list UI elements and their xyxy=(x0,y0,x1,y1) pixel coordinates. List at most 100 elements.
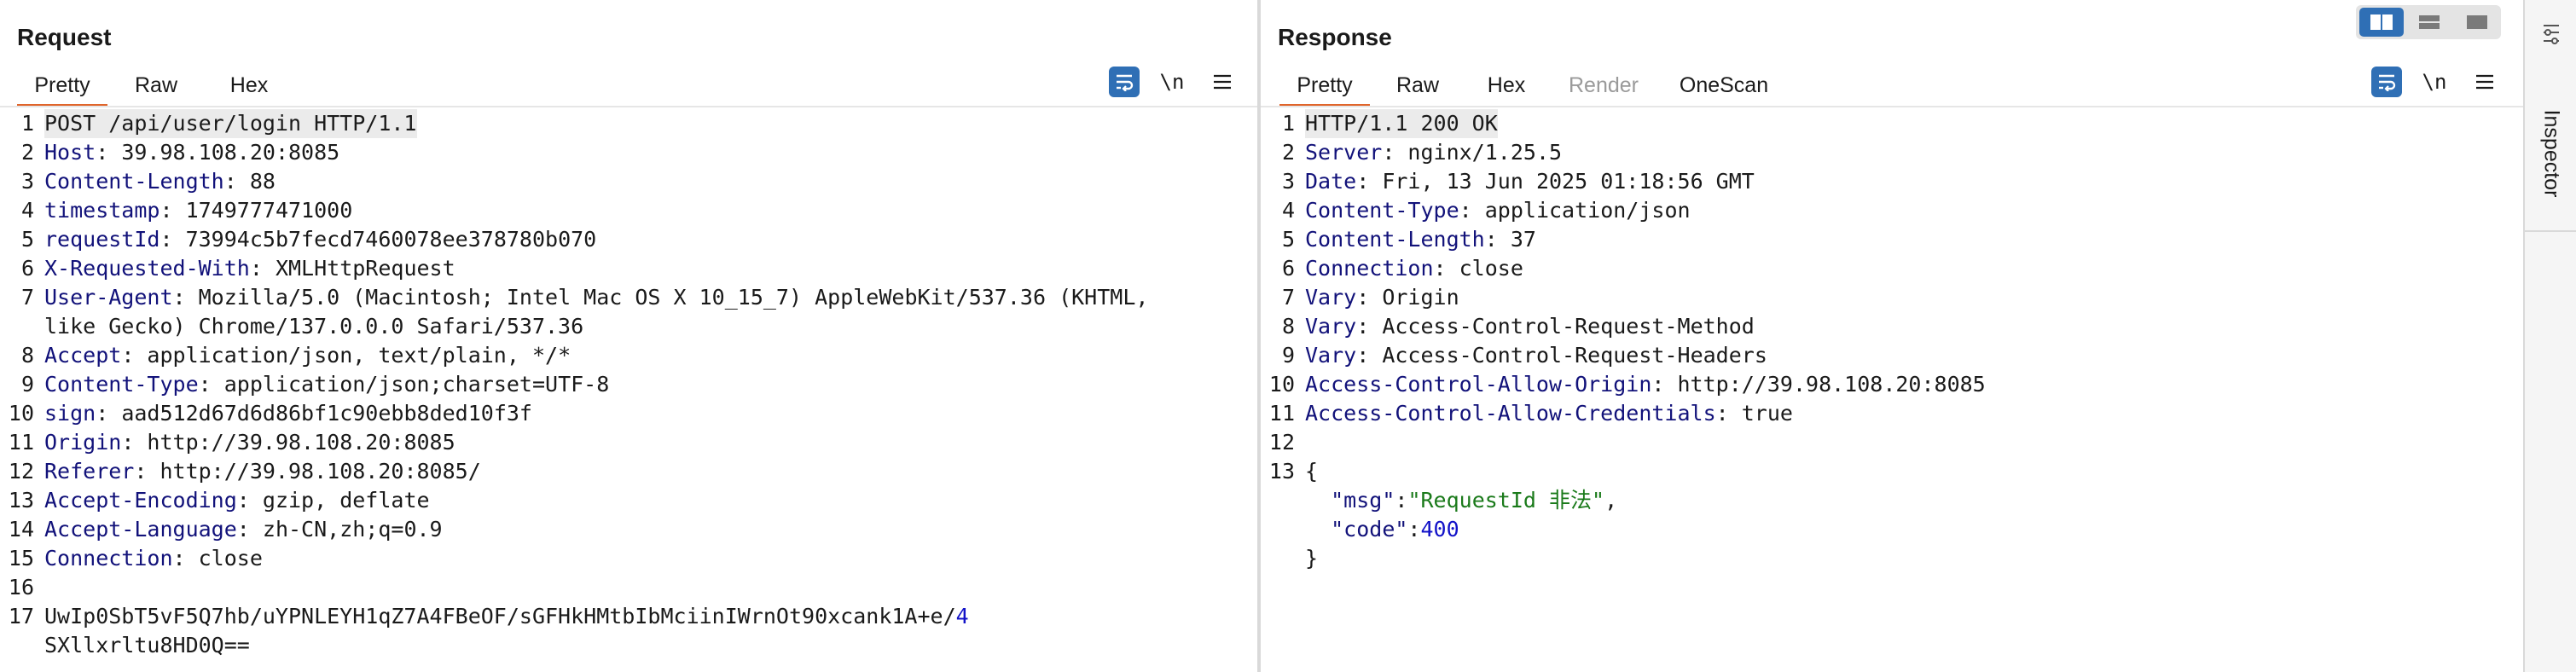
header-value: Access-Control-Request-Headers xyxy=(1369,343,1767,368)
code-line: 6 X-Requested-With: XMLHttpRequest xyxy=(0,254,1257,283)
line-number: 1 xyxy=(20,111,34,136)
header-name: X-Requested-With xyxy=(44,256,250,281)
layout-stacked-button[interactable] xyxy=(2407,8,2451,37)
response-tab-render[interactable]: Render xyxy=(1561,67,1646,104)
line-number: 7 xyxy=(20,285,34,310)
request-tab-pretty[interactable]: Pretty xyxy=(17,67,107,107)
header-value: 1749777471000 xyxy=(172,198,353,223)
header-colon: : xyxy=(121,430,135,455)
response-menu-button[interactable] xyxy=(2472,67,2498,97)
line-number: 4 xyxy=(20,198,34,223)
inspector-toggle[interactable]: Inspector xyxy=(2525,77,2576,230)
header-name: Content-Type xyxy=(44,372,199,397)
request-title: Request xyxy=(17,24,112,50)
line-number: 7 xyxy=(1281,285,1295,310)
header-name: Referer xyxy=(44,459,135,484)
line-content: Vary: Origin xyxy=(1305,283,1459,312)
code-line: 17 UwIp0SbT5vF5Q7hb/uYPNLEYH1qZ7A4FBeOF/s… xyxy=(0,602,1257,631)
line-number: 13 xyxy=(1268,459,1295,484)
line-text: UwIp0SbT5vF5Q7hb/uYPNLEYH1qZ7A4FBeOF/sGF… xyxy=(44,604,956,629)
layout-tabs-button[interactable] xyxy=(2455,8,2499,37)
request-wrap-lines-button[interactable] xyxy=(1109,67,1140,97)
inspector-icon[interactable] xyxy=(2540,22,2562,48)
header-value: close xyxy=(1446,256,1523,281)
response-wrap-lines-button[interactable] xyxy=(2371,67,2402,97)
header-name: Connection xyxy=(1305,256,1434,281)
line-number: 3 xyxy=(20,169,34,194)
line-text: HTTP/1.1 200 OK xyxy=(1305,111,1498,136)
header-value: http://39.98.108.20:8085 xyxy=(134,430,455,455)
line-number: 11 xyxy=(1268,401,1295,426)
header-name: requestId xyxy=(44,227,160,252)
line-number: 10 xyxy=(8,401,34,426)
line-content: POST /api/user/login HTTP/1.1 xyxy=(44,109,417,138)
request-editor[interactable]: 1 POST /api/user/login HTTP/1.1 2 Host: 39.… xyxy=(0,109,1257,672)
request-tab-raw[interactable]: Raw xyxy=(128,67,184,104)
response-newline-toggle[interactable]: \n xyxy=(2419,67,2450,97)
response-editor[interactable]: 1 HTTP/1.1 200 OK 2 Server: nginx/1.25.5 3 Da… xyxy=(1261,109,2523,672)
header-name: Content-Length xyxy=(44,169,224,194)
line-number: 14 xyxy=(8,517,34,542)
header-colon: : xyxy=(249,256,263,281)
code-line: 9 Vary: Access-Control-Request-Headers xyxy=(1261,341,2523,370)
line-content: Connection: close xyxy=(44,544,263,573)
header-value: 73994c5b7fecd7460078ee378780b070 xyxy=(172,227,597,252)
line-content: UwIp0SbT5vF5Q7hb/uYPNLEYH1qZ7A4FBeOF/sGF… xyxy=(44,602,969,631)
code-line: 2 Host: 39.98.108.20:8085 xyxy=(0,138,1257,167)
header-colon: : xyxy=(223,169,237,194)
json-comma: , xyxy=(1604,488,1618,513)
response-tab-hex[interactable]: Hex xyxy=(1481,67,1532,104)
header-name: Connection xyxy=(44,546,173,571)
line-number xyxy=(1261,515,1305,544)
header-colon: : xyxy=(1382,140,1395,165)
line-number xyxy=(1261,544,1305,573)
code-line: 16 xyxy=(0,573,1257,602)
header-name: Vary xyxy=(1305,285,1357,310)
request-menu-button[interactable] xyxy=(1210,67,1235,97)
response-tab-onescan[interactable]: OneScan xyxy=(1668,67,1779,104)
code-line: 8 Vary: Access-Control-Request-Method xyxy=(1261,312,2523,341)
request-newline-toggle[interactable]: \n xyxy=(1157,67,1187,97)
line-number: 17 xyxy=(8,604,34,629)
header-value: Origin xyxy=(1369,285,1459,310)
json-key: "code" xyxy=(1331,517,1408,542)
header-colon: : xyxy=(1433,256,1447,281)
line-number: 8 xyxy=(1281,314,1295,339)
header-value: true xyxy=(1728,401,1793,426)
request-tab-hex[interactable]: Hex xyxy=(223,67,275,104)
line-content: Content-Type: application/json;charset=U… xyxy=(44,370,609,399)
header-value: close xyxy=(185,546,263,571)
layout-stacked-icon xyxy=(2419,15,2440,29)
layout-side-by-side-button[interactable] xyxy=(2359,8,2404,37)
line-number: 1 xyxy=(1281,111,1295,136)
code-line: 11 Access-Control-Allow-Credentials: true xyxy=(1261,399,2523,428)
code-line: 2 Server: nginx/1.25.5 xyxy=(1261,138,2523,167)
header-value: 37 xyxy=(1497,227,1536,252)
line-number: 16 xyxy=(8,575,34,600)
wrap-lines-icon xyxy=(2379,74,2396,91)
rail-separator xyxy=(2525,230,2576,232)
code-line: 10 Access-Control-Allow-Origin: http://39… xyxy=(1261,370,2523,399)
line-number: 6 xyxy=(1281,256,1295,281)
code-line: 13 Accept-Encoding: gzip, deflate xyxy=(0,486,1257,515)
line-number: 15 xyxy=(8,546,34,571)
code-line: } xyxy=(1261,544,2523,573)
response-title: Response xyxy=(1278,24,1392,50)
code-line: 4 timestamp: 1749777471000 xyxy=(0,196,1257,225)
line-number xyxy=(0,312,44,341)
line-content: "code":400 xyxy=(1305,515,1459,544)
header-value: nginx/1.25.5 xyxy=(1395,140,1563,165)
code-line: 10 sign: aad512d67d6d86bf1c90ebb8ded10f3f xyxy=(0,399,1257,428)
code-line: 9 Content-Type: application/json;charset=… xyxy=(0,370,1257,399)
response-tab-raw[interactable]: Raw xyxy=(1390,67,1445,104)
header-name: Vary xyxy=(1305,343,1357,368)
header-name: Vary xyxy=(1305,314,1357,339)
header-value: zh-CN,zh;q=0.9 xyxy=(249,517,443,542)
response-tab-pretty[interactable]: Pretty xyxy=(1279,67,1370,107)
header-colon: : xyxy=(96,140,109,165)
line-content: sign: aad512d67d6d86bf1c90ebb8ded10f3f xyxy=(44,399,532,428)
line-content: Date: Fri, 13 Jun 2025 01:18:56 GMT xyxy=(1305,167,1755,196)
code-line: 4 Content-Type: application/json xyxy=(1261,196,2523,225)
hamburger-menu-icon xyxy=(1214,74,1231,90)
line-content: { xyxy=(1305,457,1318,486)
